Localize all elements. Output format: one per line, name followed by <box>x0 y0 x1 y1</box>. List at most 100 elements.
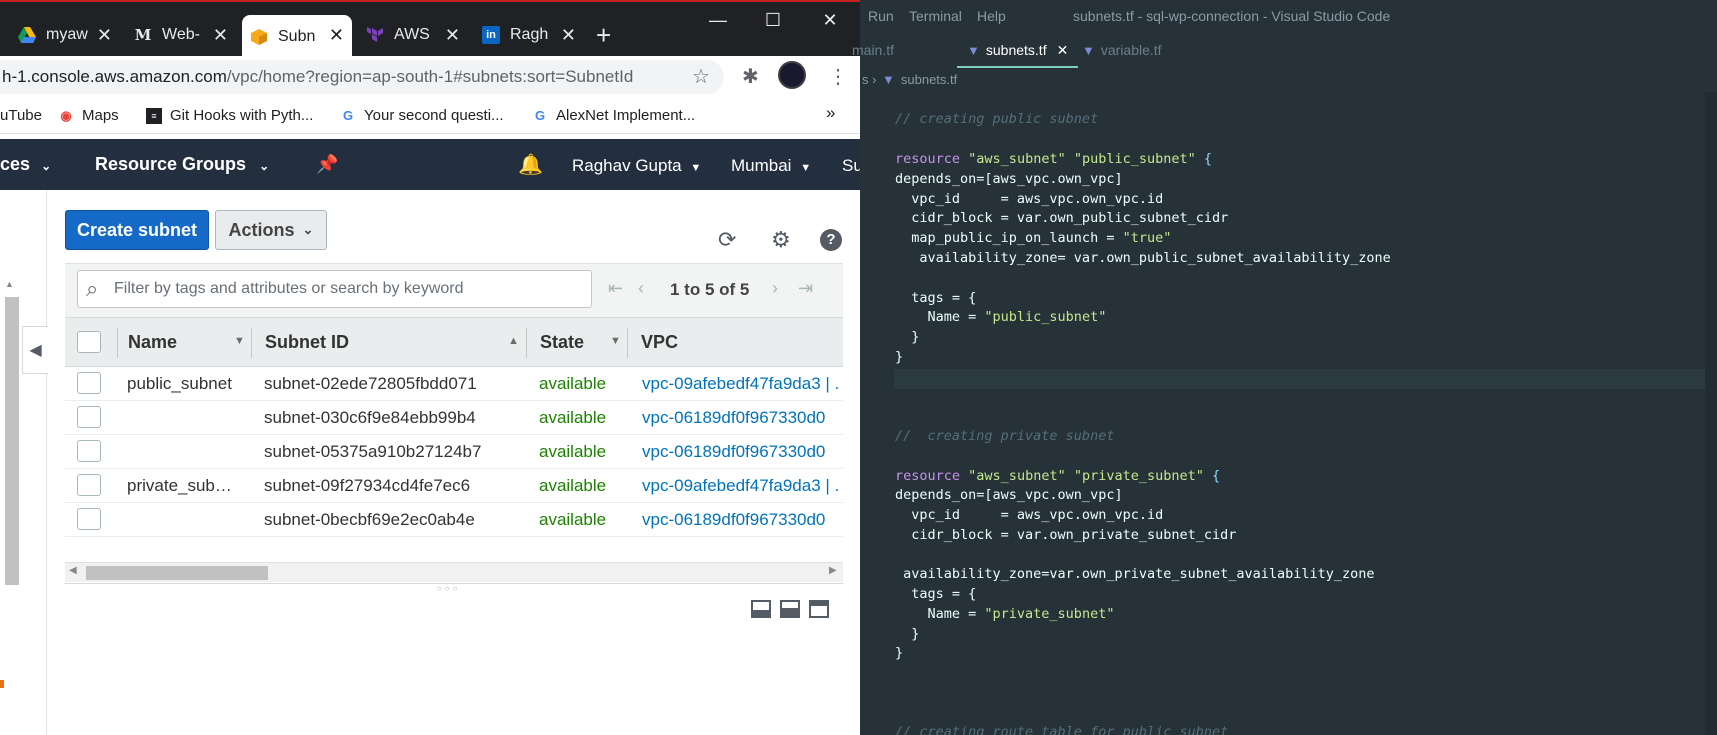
tab-subnets-tf[interactable]: ▼ subnets.tf ✕ <box>957 32 1079 68</box>
nav-user[interactable]: Raghav Gupta ▼ <box>572 156 701 176</box>
search-input[interactable]: ⌕ Filter by tags and attributes or searc… <box>77 270 592 308</box>
cell-vpc-link[interactable]: vpc-09afebedf47fa9da3 | . <box>642 476 839 496</box>
scroll-up-icon[interactable]: ▲ <box>5 279 14 289</box>
browser-tab-terraform[interactable]: AWS ✕ <box>358 15 468 55</box>
row-checkbox[interactable] <box>77 372 101 394</box>
bookmark-git-hooks[interactable]: ≡ Git Hooks with Pyth... <box>146 107 313 124</box>
cell-vpc-link[interactable]: vpc-06189df0f967330d0 <box>642 408 825 428</box>
bookmarks-overflow[interactable]: » <box>826 103 835 123</box>
tab-main-tf[interactable]: main.tf <box>852 32 894 68</box>
terraform-file-icon: ▼ <box>882 72 895 87</box>
column-header-subnet-id[interactable]: Subnet ID <box>265 332 349 353</box>
table-row[interactable]: private_sub… subnet-09f27934cd4fe7ec6 av… <box>65 469 843 503</box>
scroll-left-icon[interactable]: ◀ <box>69 565 77 576</box>
pin-icon[interactable]: 📌 <box>316 154 338 175</box>
code-line: depends_on=[aws_vpc.own_vpc] <box>895 487 1123 503</box>
bookmark-google-1[interactable]: G Your second questi... <box>340 107 504 124</box>
code-line: resource "aws_subnet" "public_subnet" { <box>895 151 1213 167</box>
minimize-icon[interactable]: — <box>698 10 738 31</box>
maximize-icon[interactable]: ☐ <box>753 10 793 31</box>
chevron-right-icon: s › <box>862 72 877 87</box>
nav-support[interactable]: Su <box>842 156 860 176</box>
scrollbar-thumb[interactable] <box>86 566 268 580</box>
refresh-icon[interactable]: ⟳ <box>718 227 736 253</box>
cell-vpc-link[interactable]: vpc-06189df0f967330d0 <box>642 442 825 462</box>
breadcrumb-file[interactable]: ▼ subnets.tf <box>882 72 957 87</box>
next-page-icon[interactable]: › <box>772 278 778 299</box>
sort-ascending-icon[interactable]: ▲ <box>508 335 519 347</box>
last-page-icon[interactable]: ⇥ <box>798 278 813 299</box>
table-row[interactable]: subnet-0becbf69e2ec0ab4e available vpc-0… <box>65 503 843 537</box>
code-text: Name = <box>895 606 985 622</box>
gear-icon[interactable]: ⚙ <box>771 227 791 253</box>
browser-tab-drive[interactable]: myaw ✕ <box>10 15 120 55</box>
browser-tab-medium[interactable]: M Web- ✕ <box>126 15 236 55</box>
table-horizontal-scrollbar[interactable]: ◀ ▶ <box>65 562 843 582</box>
browser-window: myaw ✕ M Web- ✕ Subn ✕ AWS ✕ in Ragh ✕ +… <box>0 0 860 735</box>
cell-name: private_sub… <box>127 476 232 495</box>
menu-help[interactable]: Help <box>977 8 1006 24</box>
sort-caret-icon[interactable]: ▼ <box>234 335 245 347</box>
cell-vpc-link[interactable]: vpc-09afebedf47fa9da3 | . <box>642 374 839 394</box>
drag-handle-icon[interactable]: ○○○ <box>437 584 461 593</box>
bookmark-google-2[interactable]: G AlexNet Implement... <box>532 107 695 124</box>
actions-button[interactable]: Actions ⌄ <box>215 210 327 250</box>
row-checkbox[interactable] <box>77 406 101 428</box>
star-icon[interactable]: ☆ <box>692 64 710 89</box>
code-line: } <box>895 329 920 345</box>
bell-icon[interactable]: 🔔 <box>518 152 543 177</box>
column-header-name[interactable]: Name <box>128 332 177 353</box>
url-input[interactable]: h-1.console.aws.amazon.com/vpc/home?regi… <box>0 60 724 94</box>
create-subnet-button[interactable]: Create subnet <box>65 210 209 250</box>
table-row[interactable]: subnet-05375a910b27124b7 available vpc-0… <box>65 435 843 469</box>
avatar[interactable] <box>778 61 806 89</box>
collapse-panel-button[interactable]: ◀ <box>22 326 48 374</box>
layout-full-icon[interactable] <box>809 600 829 618</box>
row-checkbox[interactable] <box>77 508 101 530</box>
menu-terminal[interactable]: Terminal <box>909 8 962 24</box>
window-close-icon[interactable]: ✕ <box>810 10 850 31</box>
first-page-icon[interactable]: ⇤ <box>608 278 623 299</box>
close-icon[interactable]: ✕ <box>97 25 112 46</box>
url-host: h-1.console.aws.amazon.com <box>2 67 227 86</box>
search-icon: ⌕ <box>86 276 99 301</box>
table-row[interactable]: subnet-030c6f9e84ebb99b4 available vpc-0… <box>65 401 843 435</box>
nav-resource-groups[interactable]: Resource Groups ⌄ <box>95 154 269 175</box>
row-checkbox[interactable] <box>77 474 101 496</box>
bookmark-maps[interactable]: ◉ Maps <box>58 107 118 124</box>
code-line: availability_zone=var.own_private_subnet… <box>895 566 1375 582</box>
editor-minimap[interactable] <box>1705 92 1717 735</box>
cell-vpc-link[interactable]: vpc-06189df0f967330d0 <box>642 510 825 530</box>
linkedin-icon: in <box>482 26 500 44</box>
close-icon[interactable]: ✕ <box>445 25 460 46</box>
side-nav-scrollbar[interactable] <box>5 297 19 585</box>
tab-variable-tf[interactable]: ▼ variable.tf <box>1082 32 1162 68</box>
browser-tab-aws-subnets[interactable]: Subn ✕ <box>242 15 352 58</box>
row-checkbox[interactable] <box>77 440 101 462</box>
close-icon[interactable]: ✕ <box>1057 42 1069 58</box>
medium-icon: M <box>134 26 152 44</box>
close-icon[interactable]: ✕ <box>561 25 576 46</box>
select-all-checkbox[interactable] <box>77 331 101 353</box>
nav-region[interactable]: Mumbai ▼ <box>731 156 811 176</box>
help-icon[interactable]: ? <box>820 229 842 251</box>
new-tab-icon[interactable]: + <box>596 20 611 51</box>
column-header-vpc[interactable]: VPC <box>641 332 678 353</box>
prev-page-icon[interactable]: ‹ <box>638 278 644 299</box>
menu-run[interactable]: Run <box>868 8 894 24</box>
code-editor[interactable]: // creating public subnet resource "aws_… <box>860 92 1717 735</box>
nav-services[interactable]: ces ⌄ <box>0 154 51 175</box>
layout-bottom-icon[interactable] <box>751 600 771 618</box>
browser-tab-linkedin[interactable]: in Ragh ✕ <box>474 15 584 55</box>
extensions-icon[interactable]: ✱ <box>742 64 759 89</box>
close-icon[interactable]: ✕ <box>213 25 228 46</box>
current-line-highlight <box>894 369 1706 389</box>
sort-caret-icon[interactable]: ▼ <box>610 335 621 347</box>
layout-split-icon[interactable] <box>780 600 800 618</box>
table-row[interactable]: public_subnet subnet-02ede72805fbdd071 a… <box>65 367 843 401</box>
close-icon[interactable]: ✕ <box>329 25 344 46</box>
bookmark-youtube[interactable]: uTube <box>0 107 42 124</box>
scroll-right-icon[interactable]: ▶ <box>829 565 837 576</box>
more-menu-icon[interactable]: ⋮ <box>828 64 848 89</box>
column-header-state[interactable]: State <box>540 332 584 353</box>
